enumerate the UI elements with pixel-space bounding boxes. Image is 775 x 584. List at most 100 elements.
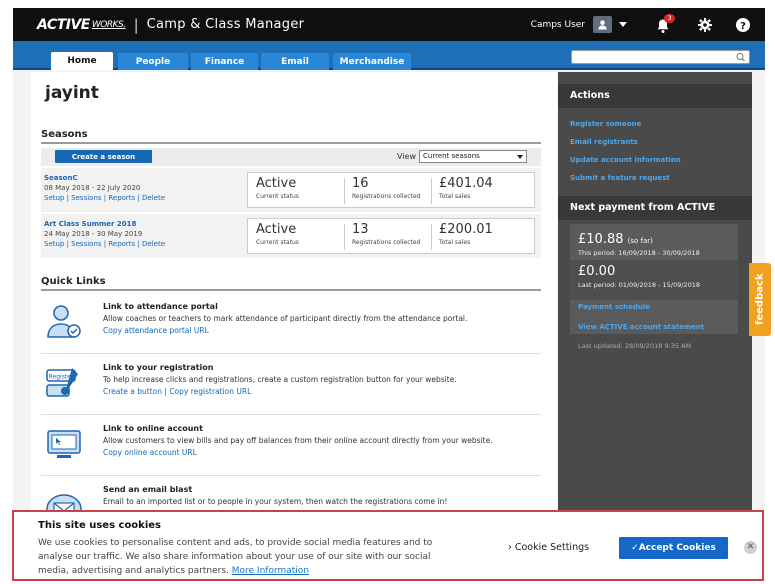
view-select[interactable]: Current seasons xyxy=(419,150,527,163)
quick-link-desc: Email to an imported list or to people i… xyxy=(103,497,448,506)
season-status: Active xyxy=(256,176,297,191)
settings-button[interactable] xyxy=(697,17,713,33)
tab-email[interactable]: Email xyxy=(261,53,329,70)
season-dates: 08 May 2018 - 22 July 2020 xyxy=(44,184,141,192)
stat-divider xyxy=(431,224,432,250)
help-button[interactable]: ? xyxy=(735,17,751,33)
chevron-right-icon: › xyxy=(508,542,512,553)
tab-label: Home xyxy=(67,56,97,66)
svg-text:?: ? xyxy=(740,21,746,32)
stat-divider xyxy=(431,178,432,204)
notifications-button[interactable]: 3 xyxy=(655,13,675,35)
total-sales-label: Total sales xyxy=(439,239,471,246)
payment-heading: Next payment from ACTIVE xyxy=(558,196,752,220)
app-title: Camp & Class Manager xyxy=(146,17,305,32)
tab-finance[interactable]: Finance xyxy=(191,53,258,70)
view-statement-link[interactable]: View ACTIVE account statement xyxy=(578,323,704,331)
tab-label: Merchandise xyxy=(339,56,405,67)
tab-label: Finance xyxy=(204,56,245,67)
season-row: Art Class Summer 2018 24 May 2018 - 30 M… xyxy=(41,214,541,258)
quick-links-divider xyxy=(41,289,541,291)
season-status: Active xyxy=(256,222,297,237)
view-label: View xyxy=(397,152,416,161)
notification-badge: 3 xyxy=(664,13,675,23)
quick-link-item: Register Link to your registration To he… xyxy=(41,355,541,415)
header-separator: | xyxy=(133,15,139,34)
accept-cookies-button[interactable]: ✓Accept Cookies xyxy=(619,537,728,559)
season-action-links[interactable]: Setup | Sessions | Reports | Delete xyxy=(44,240,165,248)
current-amount-value: £10.88 xyxy=(578,232,624,247)
search-input[interactable] xyxy=(571,50,750,64)
cookie-settings-label: Cookie Settings xyxy=(514,542,590,553)
user-name[interactable]: Camps User xyxy=(531,20,585,30)
quick-link-title: Link to your registration xyxy=(103,363,214,372)
copy-attendance-url-link[interactable]: Copy attendance portal URL xyxy=(103,326,209,335)
top-header: ACTIVE WORKS. | Camp & Class Manager Camp… xyxy=(13,8,765,41)
help-icon: ? xyxy=(736,17,750,32)
current-amount-note: (so far) xyxy=(627,237,653,245)
quick-link-title: Link to online account xyxy=(103,424,203,433)
copy-online-account-url-link[interactable]: Copy online account URL xyxy=(103,448,197,457)
main-nav: Home People Finance Email Merchandise xyxy=(13,41,765,70)
quick-link-item: Link to attendance portal Allow coaches … xyxy=(41,294,541,354)
payment-box: £10.88 (so far) This period: 16/09/2018 … xyxy=(570,224,738,334)
total-sales: £401.04 xyxy=(439,176,493,191)
register-someone-link[interactable]: Register someone xyxy=(570,120,641,128)
search-icon[interactable] xyxy=(734,52,748,62)
seasons-toolbar: Create a season View Current seasons xyxy=(41,148,541,166)
season-dates: 24 May 2018 - 30 May 2019 xyxy=(44,230,143,238)
season-row: SeasonC 08 May 2018 - 22 July 2020 Setup… xyxy=(41,168,541,212)
tab-merchandise[interactable]: Merchandise xyxy=(333,53,411,70)
registration-button-icon: Register xyxy=(46,368,78,397)
total-sales: £200.01 xyxy=(439,222,493,237)
last-payment-amount: £0.00 xyxy=(578,264,616,279)
more-information-link[interactable]: More Information xyxy=(232,566,309,576)
last-period: Last period: 01/09/2018 - 15/09/2018 xyxy=(578,281,700,289)
tab-label: Email xyxy=(281,56,309,67)
update-account-link[interactable]: Update account information xyxy=(570,156,681,164)
tab-label: People xyxy=(135,56,171,67)
season-action-links[interactable]: Setup | Sessions | Reports | Delete xyxy=(44,194,165,202)
user-menu-chevron-down-icon[interactable] xyxy=(619,22,627,27)
user-avatar-button[interactable] xyxy=(593,16,612,33)
quick-link-desc: To help increase clicks and registration… xyxy=(103,375,457,384)
cookie-settings-button[interactable]: › Cookie Settings xyxy=(508,542,589,553)
side-panel: Actions Register someone Email registran… xyxy=(558,72,752,510)
page-title: jayint xyxy=(45,83,99,103)
seasons-heading: Seasons xyxy=(41,129,88,140)
email-registrants-link[interactable]: Email registrants xyxy=(570,138,638,146)
quick-link-title: Send an email blast xyxy=(103,485,193,494)
activeworks-logo[interactable]: ACTIVE WORKS. xyxy=(37,17,126,33)
season-stats: Active Current status 16 Registrations c… xyxy=(247,172,535,208)
close-icon[interactable]: ✕ xyxy=(744,541,757,554)
tab-home[interactable]: Home xyxy=(51,52,113,70)
payment-schedule-link[interactable]: Payment schedule xyxy=(578,303,650,311)
cookie-text: We use cookies to personalise content an… xyxy=(38,536,448,578)
quick-link-title: Link to attendance portal xyxy=(103,302,218,311)
chevron-down-icon xyxy=(517,155,523,159)
feedback-tab[interactable]: feedback xyxy=(749,263,771,336)
attendance-user-icon xyxy=(47,305,81,338)
stat-divider xyxy=(344,178,345,204)
gear-icon xyxy=(698,17,712,32)
tab-people[interactable]: People xyxy=(118,53,188,70)
quick-link-desc: Allow customers to view bills and pay of… xyxy=(103,436,493,445)
last-period-box: £0.00 Last period: 01/09/2018 - 15/09/20… xyxy=(570,260,738,300)
create-season-button[interactable]: Create a season xyxy=(55,150,152,163)
total-sales-label: Total sales xyxy=(439,193,471,200)
main-panel: jayint Seasons Create a season View Curr… xyxy=(31,72,557,523)
stat-divider xyxy=(344,224,345,250)
season-name-link[interactable]: Art Class Summer 2018 xyxy=(44,220,136,228)
current-period: This period: 16/09/2018 - 30/09/2018 xyxy=(578,249,700,257)
quick-links-heading: Quick Links xyxy=(41,276,106,287)
season-name-link[interactable]: SeasonC xyxy=(44,174,78,182)
registration-links[interactable]: Create a button | Copy registration URL xyxy=(103,387,251,396)
submit-feature-link[interactable]: Submit a feature request xyxy=(570,174,670,182)
logo-active-text: ACTIVE xyxy=(37,16,90,33)
actions-heading: Actions xyxy=(558,84,752,108)
registrations-count: 16 xyxy=(352,176,369,191)
season-stats: Active Current status 13 Registrations c… xyxy=(247,218,535,254)
current-payment-amount: £10.88 (so far) xyxy=(578,232,653,247)
content-area: jayint Seasons Create a season View Curr… xyxy=(13,70,765,523)
registrations-label: Registrations collected xyxy=(352,239,421,246)
